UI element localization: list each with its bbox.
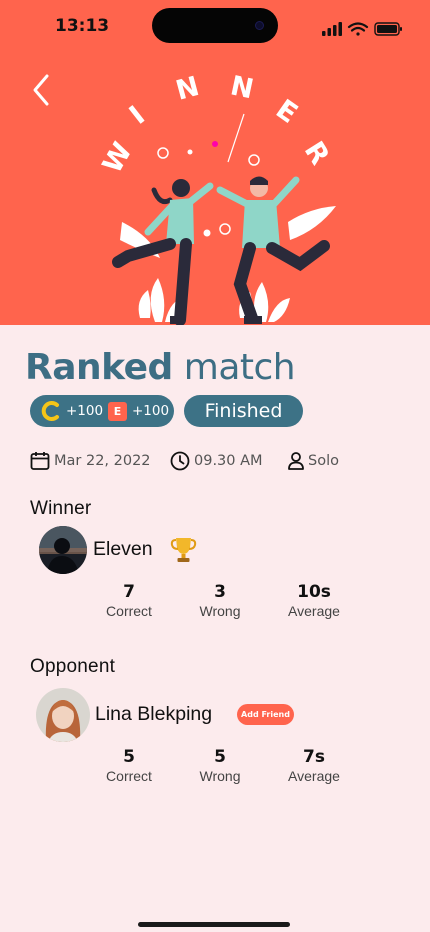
stat-label: Average (288, 603, 340, 619)
user-icon (288, 452, 304, 470)
stat-label: Correct (106, 603, 152, 619)
coin-gain: +100 (66, 403, 104, 419)
opponent-stat-wrong: 5 Wrong (175, 747, 265, 785)
opponent-name: Lina Blekping (95, 703, 213, 725)
add-friend-button[interactable]: Add Friend (237, 704, 294, 725)
match-details: Ranked match +100 E +100 Finished Mar 22… (0, 325, 430, 932)
stat-value: 7 (123, 582, 135, 602)
banner-letter: R (298, 136, 335, 170)
status-icons (322, 22, 402, 36)
stat-value: 5 (123, 747, 135, 767)
banner-letter: N (228, 70, 257, 105)
mode-text: Solo (308, 453, 339, 469)
winner-name: Eleven (93, 538, 153, 560)
coin-icon (41, 401, 59, 421)
stat-value: 3 (214, 582, 226, 602)
winner-stat-correct: 7 Correct (84, 582, 174, 620)
xp-gain: +100 (132, 403, 170, 419)
stat-label: Average (288, 768, 340, 784)
battery-icon (374, 22, 402, 36)
plants (138, 278, 290, 322)
winner-stat-average: 10s Average (269, 582, 359, 620)
trophy-icon (170, 538, 197, 562)
stat-value: 5 (214, 747, 226, 767)
stat-label: Wrong (199, 768, 241, 784)
rewards-badge: +100 E +100 (30, 395, 174, 427)
opponent-stat-average: 7s Average (269, 747, 359, 785)
match-time: 09.30 AM (170, 449, 270, 473)
right-dancer (216, 176, 336, 324)
xp-icon: E (108, 402, 127, 421)
wifi-icon (347, 22, 369, 36)
status-time: 13:13 (55, 16, 110, 36)
status-bar: 13:13 (0, 0, 430, 54)
banner-letter: I (124, 100, 151, 131)
status-badge: Finished (184, 395, 303, 427)
stat-value: 7s (303, 747, 325, 767)
opponent-stat-correct: 5 Correct (84, 747, 174, 785)
calendar-icon (30, 452, 50, 470)
signal-icon (322, 22, 342, 36)
banner-letter: N (173, 71, 203, 107)
winner-stat-wrong: 3 Wrong (175, 582, 265, 620)
winner-illustration: W I N N E R (97, 70, 336, 325)
date-text: Mar 22, 2022 (54, 453, 151, 469)
stat-label: Wrong (199, 603, 241, 619)
banner-letter: W (97, 137, 139, 178)
match-date: Mar 22, 2022 (30, 449, 151, 473)
camera-dot (255, 21, 264, 30)
hero-banner: 13:13 W I N N E R (0, 0, 430, 325)
stat-label: Correct (106, 768, 152, 784)
page-title: Ranked match (25, 347, 296, 389)
banner-letter: E (270, 94, 303, 130)
title-bold: Ranked (25, 347, 173, 388)
dynamic-island (152, 8, 278, 43)
title-light: match (183, 347, 296, 388)
stat-value: 10s (297, 582, 331, 602)
winner-avatar[interactable] (39, 526, 87, 574)
opponent-avatar[interactable] (36, 688, 90, 742)
clock-icon (170, 451, 190, 471)
home-indicator[interactable] (138, 922, 290, 927)
opponent-heading: Opponent (30, 656, 116, 677)
time-text: 09.30 AM (194, 453, 263, 469)
winner-heading: Winner (30, 498, 92, 519)
match-mode: Solo (287, 449, 347, 473)
